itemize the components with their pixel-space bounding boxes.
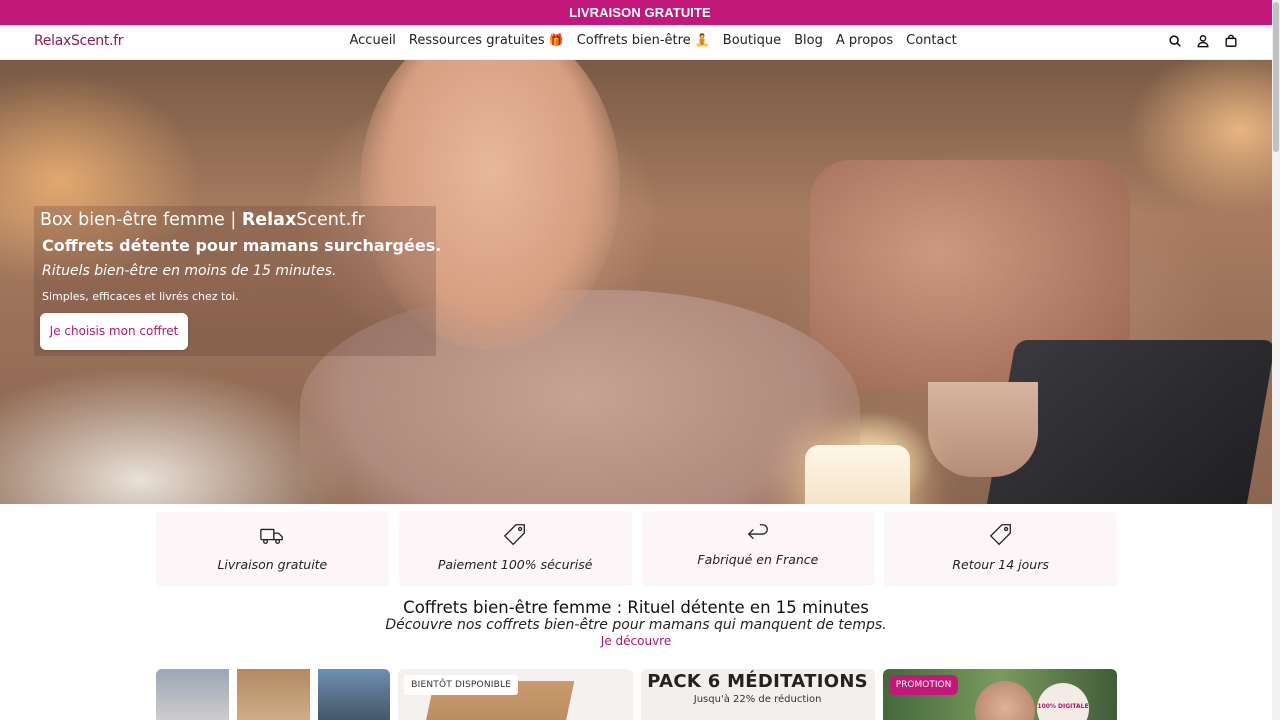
nav-item-coffrets[interactable]: Coffrets bien-être 🧘 (570, 33, 716, 48)
promotion-badge: PROMOTION (888, 675, 959, 695)
hero-cup (928, 382, 1038, 477)
hero-italic-line: Rituels bien-être en moins de 15 minutes… (42, 263, 337, 279)
choose-box-button[interactable]: Je choisis mon coffret (40, 313, 188, 350)
nav-label: Blog (794, 33, 823, 48)
nav-label: Accueil (349, 33, 396, 48)
product-photo (156, 669, 229, 720)
account-icon[interactable] (1196, 34, 1210, 48)
truck-icon (260, 528, 284, 545)
header-actions (1168, 34, 1238, 48)
nav-item-blog[interactable]: Blog (788, 33, 830, 48)
feature-label: Livraison gratuite (217, 557, 328, 572)
discover-link[interactable]: Je découvre (0, 634, 1272, 648)
scrollbar-thumb[interactable] (1273, 2, 1279, 152)
feature-return-14-days: Retour 14 jours (884, 512, 1117, 586)
nav-label: Contact (906, 33, 957, 48)
nav-item-accueil[interactable]: Accueil (343, 33, 402, 48)
product-card-promotion[interactable]: 100% DIGITALE PROMOTION (882, 669, 1117, 720)
tag-icon (503, 524, 526, 546)
cart-icon[interactable] (1224, 34, 1238, 48)
product-photo (317, 669, 391, 720)
site-logo[interactable]: RelaxScent.fr (34, 33, 124, 49)
hero-title-brand-bold: Relax (241, 210, 297, 230)
features-row: Livraison gratuite Paiement 100% sécuris… (156, 512, 1117, 586)
hero-title-prefix: Box bien-être femme | (40, 210, 242, 230)
hero-small-line: Simples, efficaces et livrés chez toi. (42, 290, 239, 303)
site-header: RelaxScent.fr Accueil Ressources gratuit… (0, 25, 1272, 60)
product-card-photos[interactable] (156, 669, 391, 720)
product-cards: BIENTÔT DISPONIBLE PACK 6 MÉDITATIONS Ju… (156, 669, 1117, 720)
section-subtitle: Découvre nos coffrets bien-être pour mam… (385, 617, 887, 633)
return-arrow-icon (747, 524, 768, 540)
hero-text-panel: Box bien-être femme | RelaxScent.fr Coff… (34, 206, 441, 356)
nav-item-ressources[interactable]: Ressources gratuites 🎁 (402, 33, 570, 48)
section-title: Coffrets bien-être femme : Rituel détent… (403, 598, 869, 617)
product-photo (236, 669, 310, 720)
announcement-bar: LIVRAISON GRATUITE (0, 0, 1280, 25)
page-scrollbar[interactable] (1272, 0, 1280, 720)
nav-label: Ressources gratuites (408, 33, 545, 48)
product-woman-photo (974, 681, 1035, 720)
product-card-meditation-pack[interactable]: PACK 6 MÉDITATIONS Jusqu'à 22% de réduct… (640, 669, 875, 720)
feature-free-delivery: Livraison gratuite (156, 512, 389, 586)
main-nav: Accueil Ressources gratuites 🎁 Coffrets … (343, 33, 963, 48)
hero-title-brand-rest: Scent.fr (296, 210, 365, 230)
hero-title: Box bien-être femme | RelaxScent.fr (40, 210, 365, 230)
hero-candle (805, 445, 910, 504)
coming-soon-badge: BIENTÔT DISPONIBLE (404, 675, 519, 695)
nav-item-boutique[interactable]: Boutique (716, 33, 787, 48)
feature-secure-payment: Paiement 100% sécurisé (398, 512, 632, 586)
nav-label: A propos (835, 33, 894, 48)
announcement-text: LIVRAISON GRATUITE (569, 5, 711, 20)
tag-icon (989, 524, 1011, 546)
feature-label: Paiement 100% sécurisé (437, 557, 593, 572)
hero-banner: Box bien-être femme | RelaxScent.fr Coff… (0, 60, 1272, 504)
feature-label: Fabriqué en France (697, 552, 819, 567)
feature-label: Retour 14 jours (952, 557, 1049, 572)
nav-label: Coffrets bien-être (576, 33, 691, 48)
product-card-coming-soon[interactable]: BIENTÔT DISPONIBLE (398, 669, 633, 720)
nav-label: Boutique (722, 33, 782, 48)
feature-made-in-france: Fabriqué en France (641, 512, 875, 586)
gift-icon: 🎁 (548, 33, 564, 47)
pack-subtitle: Jusqu'à 22% de réduction (693, 694, 822, 705)
digital-seal: 100% DIGITALE (1037, 683, 1089, 720)
nav-item-apropos[interactable]: A propos (829, 33, 899, 48)
hero-subtitle: Coffrets détente pour mamans surchargées… (42, 236, 442, 255)
pack-title: PACK 6 MÉDITATIONS (647, 671, 868, 692)
meditation-icon: 🧘 (694, 33, 710, 47)
nav-item-contact[interactable]: Contact (900, 33, 964, 48)
search-icon[interactable] (1168, 34, 1182, 48)
